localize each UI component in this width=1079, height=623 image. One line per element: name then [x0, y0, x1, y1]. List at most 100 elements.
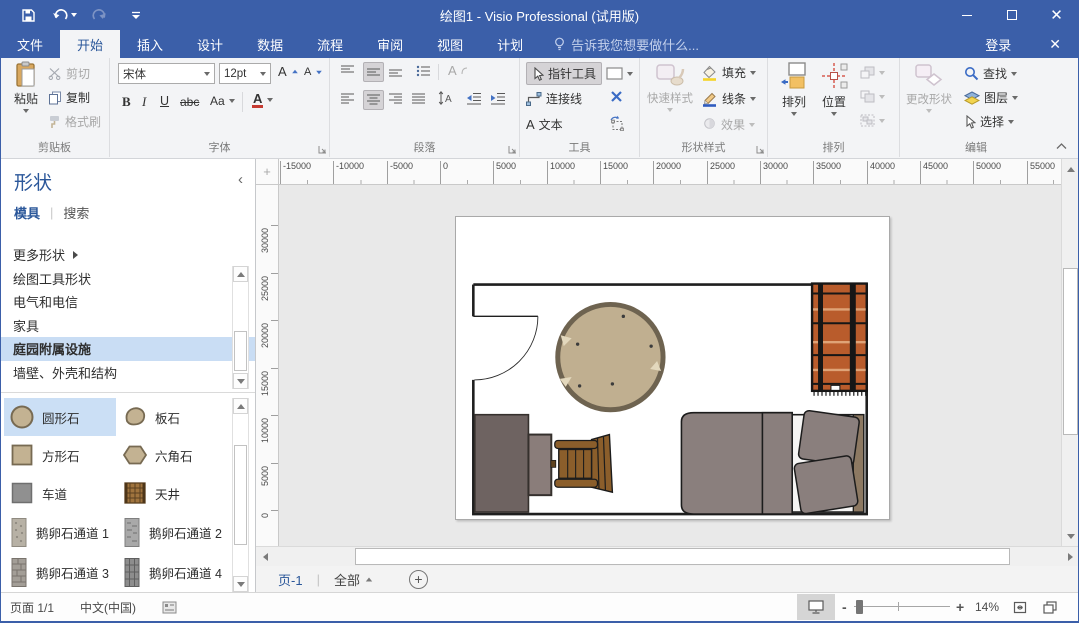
stencil-item-drawing-tools[interactable]: 绘图工具形状: [0, 267, 255, 291]
select-button[interactable]: 选择: [964, 113, 1014, 130]
stencil-scroll-down[interactable]: [233, 373, 248, 389]
save-button[interactable]: [10, 0, 46, 30]
zoom-level[interactable]: 14%: [975, 600, 999, 614]
tab-design[interactable]: 设计: [180, 30, 240, 58]
blanket-fold[interactable]: [762, 413, 792, 514]
tab-review[interactable]: 审阅: [360, 30, 420, 58]
door[interactable]: [473, 316, 538, 380]
minimize-button[interactable]: [944, 0, 989, 30]
shape-item-square-stone[interactable]: 方形石: [4, 436, 116, 474]
grow-font-button[interactable]: A: [278, 64, 299, 79]
free-transform-tool-button[interactable]: [608, 115, 625, 131]
connection-point-tool-button[interactable]: [610, 90, 623, 103]
drawing-viewport[interactable]: [279, 185, 1061, 546]
text-tool-button[interactable]: A 文本: [526, 116, 563, 133]
close-button[interactable]: ✕: [1034, 0, 1079, 30]
change-shape-button-disabled[interactable]: 更改形状: [900, 61, 958, 113]
tab-process[interactable]: 流程: [300, 30, 360, 58]
justify-button[interactable]: [411, 92, 426, 106]
ribbon-close-icon[interactable]: ✕: [1031, 36, 1079, 53]
zoom-in-button[interactable]: +: [956, 599, 964, 615]
quick-styles-button-disabled[interactable]: 快速样式: [644, 61, 696, 112]
font-family-select[interactable]: 宋体: [118, 63, 215, 84]
tab-insert[interactable]: 插入: [120, 30, 180, 58]
stencil-item-electrical[interactable]: 电气和电信: [0, 290, 255, 314]
add-page-button[interactable]: +: [409, 570, 428, 589]
tab-search[interactable]: 搜索: [63, 203, 89, 222]
vertical-scroll-thumb[interactable]: [1063, 268, 1078, 435]
shape-item-patio[interactable]: 天井: [117, 474, 229, 512]
scroll-up-button[interactable]: [1062, 159, 1079, 179]
group-shapes-button-disabled[interactable]: [860, 114, 885, 127]
align-middle-button[interactable]: [363, 62, 384, 82]
line-button[interactable]: 线条: [702, 90, 756, 107]
zoom-slider-track[interactable]: [854, 606, 950, 607]
stencil-list-scrollbar[interactable]: [232, 266, 249, 389]
shrink-font-button[interactable]: A: [304, 66, 323, 78]
tab-stencils[interactable]: 模具: [14, 203, 40, 222]
horizontal-scrollbar[interactable]: [256, 546, 1079, 566]
align-right-button[interactable]: [388, 92, 403, 106]
shape-item-round-stone-selected[interactable]: 圆形石: [4, 398, 116, 436]
scroll-down-button[interactable]: [1062, 526, 1079, 546]
find-button[interactable]: 查找: [964, 65, 1017, 82]
round-stone-table[interactable]: [558, 304, 663, 409]
maximize-button[interactable]: [989, 0, 1034, 30]
increase-indent-button[interactable]: [490, 92, 506, 105]
rug[interactable]: [812, 284, 867, 396]
tab-home[interactable]: 开始: [60, 30, 120, 58]
shape-item-slab-stone[interactable]: 板石: [117, 398, 229, 436]
send-backward-button-disabled[interactable]: [860, 90, 885, 103]
tab-plan[interactable]: 计划: [480, 30, 540, 58]
collapse-panel-icon[interactable]: ‹: [238, 171, 243, 188]
paste-button[interactable]: 粘贴: [6, 61, 46, 113]
italic-button[interactable]: I: [142, 94, 146, 110]
cut-button-disabled[interactable]: 剪切: [48, 65, 90, 82]
font-size-select[interactable]: 12pt: [219, 63, 271, 84]
stencil-item-walls[interactable]: 墙壁、外壳和结构: [0, 361, 255, 385]
shape-tools-dropdown[interactable]: [606, 62, 633, 85]
language-status[interactable]: 中文(中国): [80, 599, 136, 616]
connector-tool-button[interactable]: 连接线: [526, 90, 582, 107]
shape-scroll-up[interactable]: [233, 398, 248, 414]
shape-item-driveway[interactable]: 车道: [4, 474, 116, 512]
page-count-status[interactable]: 页面 1/1: [10, 599, 54, 616]
line-spacing-button[interactable]: A: [438, 90, 455, 106]
collapse-ribbon-button[interactable]: [1056, 143, 1067, 150]
strikethrough-button[interactable]: abc: [180, 95, 199, 109]
effects-button-disabled[interactable]: 效果: [702, 116, 755, 133]
decrease-indent-button[interactable]: [466, 92, 482, 105]
shape-grid-scrollbar[interactable]: [232, 398, 249, 592]
shape-item-cobblestone-2[interactable]: 鹅卵石通道 2: [117, 512, 229, 552]
chair[interactable]: [551, 435, 613, 493]
stencil-scroll-thumb[interactable]: [234, 331, 247, 371]
sign-in-button[interactable]: 登录: [965, 35, 1031, 54]
page-tab-1[interactable]: 页-1: [278, 570, 303, 589]
shape-scroll-down[interactable]: [233, 576, 248, 592]
tell-me-box[interactable]: 告诉我您想要做什么...: [554, 30, 699, 58]
bold-button[interactable]: B: [122, 94, 131, 110]
format-painter-button-disabled[interactable]: 格式刷: [48, 113, 101, 130]
shape-item-cobblestone-1[interactable]: 鹅卵石通道 1: [4, 512, 116, 552]
vertical-ruler[interactable]: 30000 25000 20000 15000 10000 5000 0: [256, 185, 279, 546]
pillow[interactable]: [794, 455, 859, 514]
switch-windows-button[interactable]: [1042, 600, 1058, 615]
arrange-button[interactable]: 排列: [776, 61, 812, 116]
undo-button[interactable]: [46, 0, 82, 30]
align-top-button[interactable]: [340, 64, 355, 78]
align-left-button[interactable]: [340, 92, 355, 106]
zoom-out-button[interactable]: -: [842, 599, 847, 615]
shape-item-cobblestone-4[interactable]: 鹅卵石通道 4: [117, 552, 229, 592]
customize-qat-button[interactable]: [118, 0, 154, 30]
stencil-scroll-up[interactable]: [233, 266, 248, 282]
bullets-button[interactable]: [416, 64, 431, 78]
drawing-page[interactable]: [455, 216, 890, 520]
layers-button[interactable]: 图层: [964, 89, 1018, 106]
more-shapes-item[interactable]: 更多形状: [0, 243, 255, 267]
presentation-mode-button[interactable]: [797, 594, 835, 620]
macro-status-icon[interactable]: [162, 601, 177, 614]
position-button[interactable]: 位置: [816, 61, 852, 116]
text-block-button-disabled[interactable]: A: [448, 63, 468, 78]
all-pages-button[interactable]: 全部: [334, 570, 373, 589]
align-bottom-button[interactable]: [388, 64, 403, 78]
